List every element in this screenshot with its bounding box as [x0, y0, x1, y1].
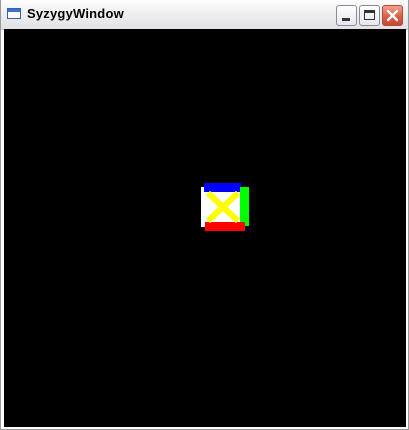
cube-object — [201, 183, 249, 231]
close-icon — [386, 9, 399, 22]
maximize-icon — [364, 10, 375, 20]
minimize-icon — [342, 18, 350, 21]
minimize-button[interactable] — [336, 5, 357, 26]
render-viewport[interactable] — [4, 29, 406, 427]
scene-canvas — [4, 29, 406, 427]
app-window: SyzygyWindow — [0, 0, 409, 430]
title-bar[interactable]: SyzygyWindow — [1, 0, 408, 30]
cube-right-edge — [240, 187, 249, 226]
cube-top-edge — [204, 183, 241, 192]
cube-bottom-edge — [205, 222, 245, 231]
maximize-button[interactable] — [359, 5, 380, 26]
close-button[interactable] — [382, 5, 403, 26]
window-title: SyzygyWindow — [27, 6, 124, 21]
window-app-icon[interactable] — [7, 8, 21, 19]
